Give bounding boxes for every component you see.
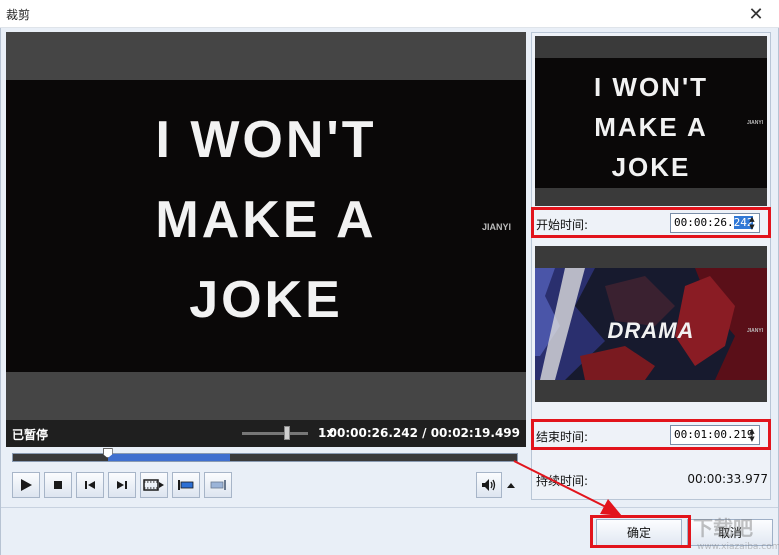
play-icon <box>21 479 32 491</box>
next-frame-icon <box>117 481 127 489</box>
duration-label: 持续时间: <box>536 474 589 488</box>
stop-button[interactable] <box>44 472 72 498</box>
start-preview-line-2: MAKE A <box>594 112 708 142</box>
triangle-up-icon <box>507 483 515 488</box>
speaker-icon <box>482 479 496 491</box>
video-watermark-text: JIANYI <box>482 222 512 232</box>
watermark-logo-text: 下载吧 <box>693 516 753 540</box>
volume-menu-button[interactable] <box>504 472 518 498</box>
playback-status-bar: 已暂停 1x 00:00:26.242 / 00:02:19.499 <box>6 420 526 447</box>
title-bar: 裁剪 ✕ <box>0 0 779 28</box>
set-end-icon <box>210 480 226 490</box>
close-icon: ✕ <box>748 3 764 25</box>
start-preview-line-1: I WON'T <box>593 72 709 102</box>
set-start-button[interactable] <box>172 472 200 498</box>
filmstrip-button[interactable] <box>140 472 168 498</box>
end-time-highlight <box>531 419 771 450</box>
footer-divider <box>1 507 778 508</box>
speed-slider-track[interactable] <box>242 432 308 435</box>
watermark-url: www.xiazaiba.com <box>697 542 779 552</box>
play-button[interactable] <box>12 472 40 498</box>
next-frame-button[interactable] <box>108 472 136 498</box>
ok-button-highlight <box>590 515 691 548</box>
start-preview-line-3: JOKE <box>611 152 691 182</box>
video-caption-line-1: I WON'T <box>155 111 377 169</box>
time-readout: 00:00:26.242 / 00:02:19.499 <box>328 426 520 440</box>
timeline-selection <box>107 454 230 461</box>
set-start-icon <box>178 480 194 490</box>
close-button[interactable]: ✕ <box>733 0 779 28</box>
site-watermark: 下载吧 www.xiazaiba.com <box>693 512 779 552</box>
video-preview[interactable]: I WON'T MAKE A JOKE JIANYI <box>6 32 526 420</box>
video-frame: I WON'T MAKE A JOKE JIANYI <box>6 80 526 372</box>
duration-value: 00:00:33.977 <box>687 472 768 486</box>
speed-slider-thumb[interactable] <box>284 426 290 440</box>
previous-frame-button[interactable] <box>76 472 104 498</box>
end-frame-preview: DRAMA JIANYI <box>535 246 767 402</box>
trim-timeline[interactable] <box>12 448 518 462</box>
stop-icon <box>54 481 62 489</box>
start-time-highlight <box>531 207 771 238</box>
end-preview-caption: DRAMA <box>607 318 695 343</box>
volume-button[interactable] <box>476 472 502 498</box>
end-preview-watermark: JIANYI <box>747 328 764 334</box>
filmstrip-icon <box>143 479 164 491</box>
window-title: 裁剪 <box>6 8 31 22</box>
playback-controls <box>12 472 232 498</box>
duration-row: 持续时间: 00:00:33.977 <box>536 472 768 490</box>
start-frame-preview: I WON'T MAKE A JOKE JIANYI <box>535 36 767 206</box>
set-end-button[interactable] <box>204 472 232 498</box>
start-preview-watermark: JIANYI <box>747 120 764 126</box>
playback-state: 已暂停 <box>12 428 49 442</box>
video-caption-line-2: MAKE A <box>155 191 377 249</box>
previous-frame-icon <box>85 481 95 489</box>
start-frame-image: I WON'T MAKE A JOKE JIANYI <box>535 58 767 188</box>
video-caption-line-3: JOKE <box>189 271 343 329</box>
